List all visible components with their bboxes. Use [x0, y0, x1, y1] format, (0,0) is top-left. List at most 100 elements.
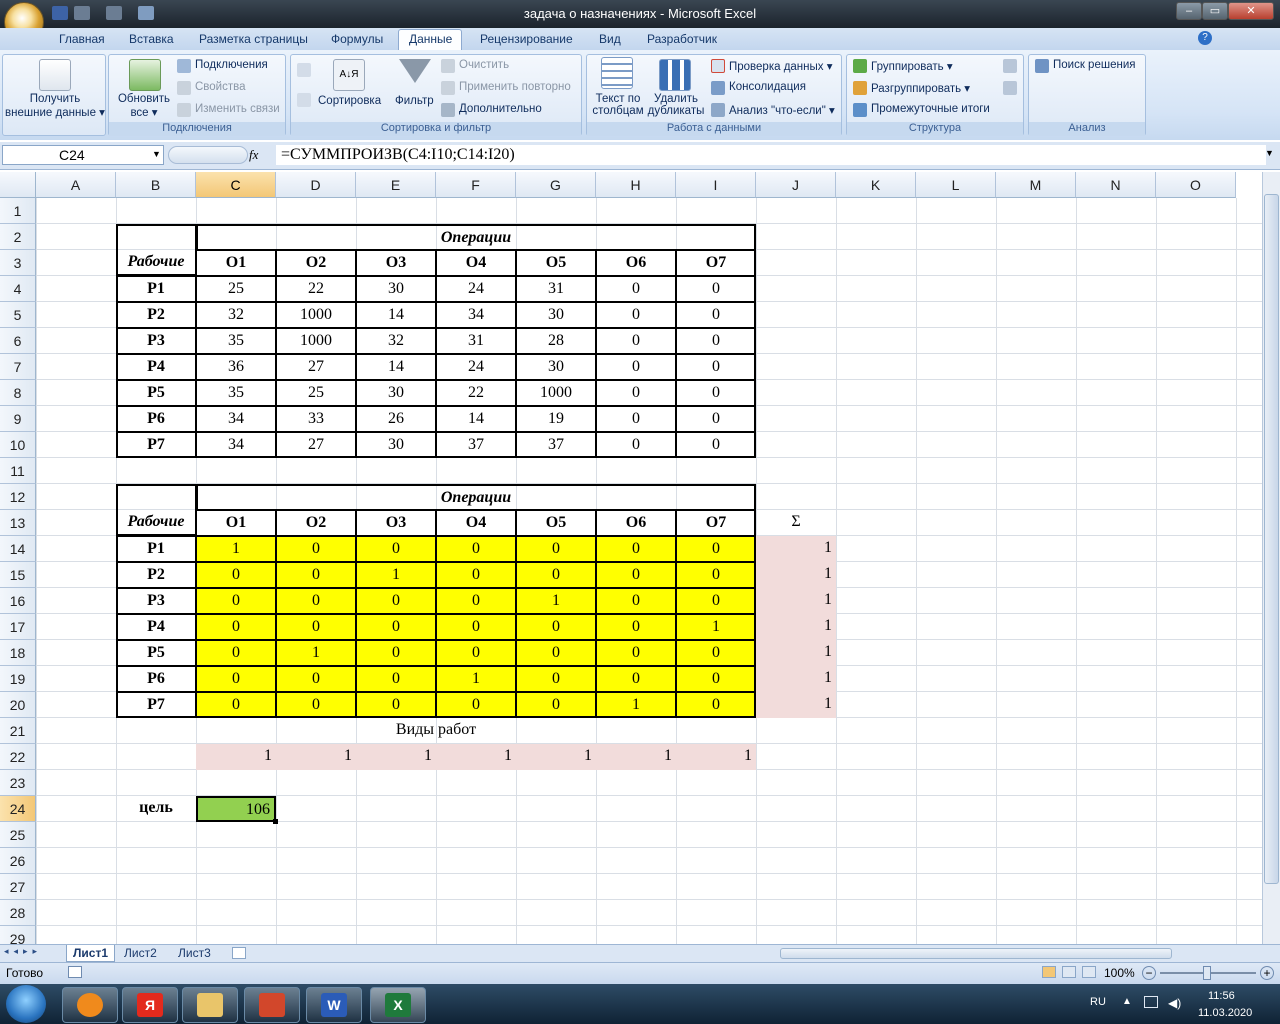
cost-cell[interactable]: 0 [596, 406, 676, 432]
assign-cell[interactable]: 0 [596, 614, 676, 640]
col-header-E[interactable]: E [356, 172, 436, 198]
expand-formula-icon[interactable]: ▼ [1265, 148, 1274, 158]
fill-handle[interactable] [273, 819, 278, 824]
goal-value-cell[interactable]: 106 [196, 796, 276, 822]
assign-cell[interactable]: 0 [276, 562, 356, 588]
col-header-O[interactable]: O [1156, 172, 1236, 198]
row-header-3[interactable]: 3 [0, 250, 36, 276]
row-sum-cell[interactable]: 1 [756, 640, 836, 666]
cost-cell[interactable]: 0 [676, 328, 756, 354]
assign-cell[interactable]: 0 [276, 588, 356, 614]
cost-cell[interactable]: 35 [196, 328, 276, 354]
cost-cell[interactable]: 30 [516, 302, 596, 328]
subtotal-button[interactable]: Промежуточные итоги [871, 103, 990, 115]
formula-input[interactable]: =СУММПРОИЗВ(C4:I10;C14:I20) [276, 145, 1266, 165]
row-header-22[interactable]: 22 [0, 744, 36, 770]
cost-cell[interactable]: 25 [196, 276, 276, 302]
assign-cell[interactable]: 0 [516, 692, 596, 718]
cost-cell[interactable]: 0 [676, 406, 756, 432]
normal-view-icon[interactable] [1042, 966, 1056, 978]
cost-cell[interactable]: 0 [596, 328, 676, 354]
cost-cell[interactable]: 24 [436, 276, 516, 302]
page-break-view-icon[interactable] [1082, 966, 1096, 978]
cost-cell[interactable]: 22 [276, 276, 356, 302]
col-header-K[interactable]: K [836, 172, 916, 198]
cost-cell[interactable]: 26 [356, 406, 436, 432]
tab-insert[interactable]: Вставка [129, 32, 174, 46]
cost-cell[interactable]: 32 [196, 302, 276, 328]
tab-formulas[interactable]: Формулы [331, 32, 383, 46]
scroll-thumb[interactable] [1264, 194, 1279, 884]
assign-cell[interactable]: 0 [356, 640, 436, 666]
row-header-7[interactable]: 7 [0, 354, 36, 380]
row-sum-cell[interactable]: 1 [756, 562, 836, 588]
maximize-button[interactable]: ▭ [1202, 2, 1228, 20]
assign-cell[interactable]: 0 [516, 614, 596, 640]
assign-cell[interactable]: 0 [436, 692, 516, 718]
cost-cell[interactable]: 37 [436, 432, 516, 458]
assign-cell[interactable]: 0 [596, 588, 676, 614]
row-header-23[interactable]: 23 [0, 770, 36, 796]
tab-developer[interactable]: Разработчик [647, 32, 717, 46]
taskbar-excel[interactable]: X [370, 987, 426, 1023]
data-validation-button[interactable]: Проверка данных ▾ [729, 59, 833, 73]
row-header-15[interactable]: 15 [0, 562, 36, 588]
vertical-scrollbar[interactable] [1262, 172, 1280, 944]
taskbar-yandex[interactable]: Я [122, 987, 178, 1023]
macro-record-icon[interactable] [68, 966, 82, 978]
row-header-13[interactable]: 13 [0, 510, 36, 536]
cost-cell[interactable]: 31 [516, 276, 596, 302]
assign-cell[interactable]: 0 [276, 666, 356, 692]
row-sum-cell[interactable]: 1 [756, 614, 836, 640]
cost-cell[interactable]: 28 [516, 328, 596, 354]
row-sum-cell[interactable]: 1 [756, 588, 836, 614]
row-header-2[interactable]: 2 [0, 224, 36, 250]
assign-cell[interactable]: 0 [676, 562, 756, 588]
col-header-M[interactable]: M [996, 172, 1076, 198]
cost-cell[interactable]: 0 [596, 276, 676, 302]
tab-review[interactable]: Рецензирование [480, 32, 573, 46]
sort-button[interactable]: Сортировка [318, 95, 381, 107]
properties-button[interactable]: Свойства [195, 81, 246, 93]
cost-cell[interactable]: 1000 [276, 328, 356, 354]
cost-cell[interactable]: 30 [516, 354, 596, 380]
group-button[interactable]: Группировать ▾ [871, 59, 953, 73]
assign-cell[interactable]: 0 [436, 640, 516, 666]
row-header-24[interactable]: 24 [0, 796, 36, 822]
cost-cell[interactable]: 30 [356, 276, 436, 302]
name-box-dropdown-icon[interactable]: ▼ [152, 149, 161, 159]
sheet-tab-1[interactable]: Лист1 [66, 945, 116, 962]
fx-icon[interactable]: fx [249, 147, 258, 163]
name-box[interactable]: C24 [2, 145, 164, 165]
select-all-corner[interactable] [0, 172, 36, 198]
assign-cell[interactable]: 0 [356, 692, 436, 718]
cost-cell[interactable]: 0 [676, 380, 756, 406]
cost-cell[interactable]: 0 [676, 432, 756, 458]
cost-cell[interactable]: 34 [196, 406, 276, 432]
zoom-out-icon[interactable]: − [1142, 966, 1156, 980]
assign-cell[interactable]: 1 [516, 588, 596, 614]
row-header-26[interactable]: 26 [0, 848, 36, 874]
assign-cell[interactable]: 0 [596, 640, 676, 666]
clear-button[interactable]: Очистить [459, 59, 509, 71]
assign-cell[interactable]: 0 [436, 562, 516, 588]
row-header-9[interactable]: 9 [0, 406, 36, 432]
assign-cell[interactable]: 0 [676, 588, 756, 614]
row-header-12[interactable]: 12 [0, 484, 36, 510]
cost-cell[interactable]: 19 [516, 406, 596, 432]
remove-duplicates-button[interactable]: Удалить дубликаты [645, 93, 707, 117]
help-icon[interactable]: ? [1198, 31, 1212, 45]
assign-cell[interactable]: 0 [436, 588, 516, 614]
assign-cell[interactable]: 0 [516, 536, 596, 562]
row-header-11[interactable]: 11 [0, 458, 36, 484]
col-header-C[interactable]: C [196, 172, 276, 198]
cost-cell[interactable]: 33 [276, 406, 356, 432]
consolidate-button[interactable]: Консолидация [729, 81, 806, 93]
cost-cell[interactable]: 27 [276, 354, 356, 380]
text-to-columns-button[interactable]: Текст по столбцам [589, 93, 647, 117]
cost-cell[interactable]: 0 [676, 302, 756, 328]
row-sum-cell[interactable]: 1 [756, 536, 836, 562]
assign-cell[interactable]: 0 [516, 640, 596, 666]
zoom-slider-handle[interactable] [1203, 966, 1211, 980]
col-header-F[interactable]: F [436, 172, 516, 198]
